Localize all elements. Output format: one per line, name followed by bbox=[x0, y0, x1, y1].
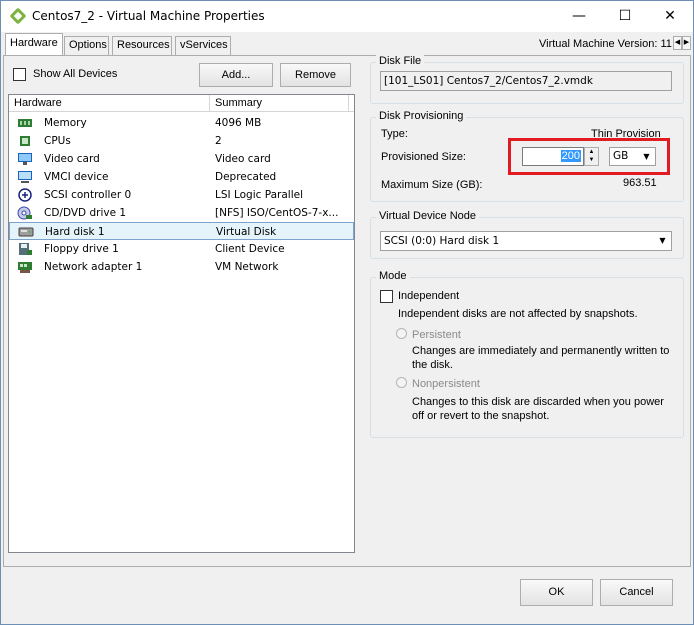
column-header-hardware[interactable]: Hardware bbox=[9, 95, 210, 112]
hardware-summary: Deprecated bbox=[215, 171, 277, 183]
hardware-name: Floppy drive 1 bbox=[44, 243, 119, 255]
hardware-name: Network adapter 1 bbox=[44, 261, 143, 273]
independent-label: Independent bbox=[398, 290, 460, 302]
disk-file-path-field: [101_LS01] Centos7_2/Centos7_2.vmdk bbox=[380, 71, 672, 91]
hardware-summary: Video card bbox=[215, 153, 271, 165]
hardware-summary: LSI Logic Parallel bbox=[215, 189, 303, 201]
hardware-list-header: Hardware Summary bbox=[9, 95, 354, 112]
vmci-icon bbox=[18, 171, 32, 183]
virtual-device-node-value: SCSI (0:0) Hard disk 1 bbox=[384, 235, 500, 247]
mode-group: Mode Independent Independent disks are n… bbox=[370, 270, 684, 438]
persistent-radio[interactable] bbox=[396, 328, 407, 339]
persistent-label: Persistent bbox=[412, 329, 461, 341]
tab-resources[interactable]: Resources bbox=[112, 36, 172, 55]
maximize-button[interactable]: ☐ bbox=[602, 1, 648, 31]
hardware-summary: VM Network bbox=[215, 261, 279, 273]
hardware-summary: 4096 MB bbox=[215, 117, 262, 129]
network-icon bbox=[18, 262, 32, 273]
persistent-description-line1: Changes are immediately and permanently … bbox=[412, 345, 670, 357]
hardware-name: VMCI device bbox=[44, 171, 109, 183]
hardware-summary: Client Device bbox=[215, 243, 285, 255]
hardware-row-cd-dvd[interactable]: CD/DVD drive 1 [NFS] ISO/CentOS-7-x... bbox=[9, 204, 354, 222]
hardware-row-network-adapter[interactable]: Network adapter 1 VM Network bbox=[9, 258, 354, 276]
scsi-icon bbox=[18, 188, 32, 202]
scroll-right-icon[interactable]: ▶ bbox=[682, 36, 691, 50]
hardware-row-floppy[interactable]: Floppy drive 1 Client Device bbox=[9, 240, 354, 258]
tab-hardware[interactable]: Hardware bbox=[5, 33, 63, 55]
virtual-device-node-group: Virtual Device Node SCSI (0:0) Hard disk… bbox=[370, 210, 684, 259]
type-label: Type: bbox=[381, 128, 408, 140]
hardware-row-memory[interactable]: Memory 4096 MB bbox=[9, 114, 354, 132]
scroll-left-icon[interactable]: ◀ bbox=[673, 36, 682, 50]
hardware-summary: 2 bbox=[215, 135, 222, 147]
hardware-name: CPUs bbox=[44, 135, 71, 147]
nonpersistent-radio[interactable] bbox=[396, 377, 407, 388]
hardware-row-hard-disk-1[interactable]: Hard disk 1 Virtual Disk bbox=[9, 222, 354, 240]
column-header-summary[interactable]: Summary bbox=[211, 95, 349, 112]
hardware-name: Memory bbox=[44, 117, 87, 129]
hardware-row-video-card[interactable]: Video card Video card bbox=[9, 150, 354, 168]
hardware-name: CD/DVD drive 1 bbox=[44, 207, 127, 219]
monitor-icon bbox=[18, 153, 32, 165]
nonpersistent-description-line1: Changes to this disk are discarded when … bbox=[412, 396, 664, 408]
disk-file-group: Disk File [101_LS01] Centos7_2/Centos7_2… bbox=[370, 55, 684, 104]
show-all-devices-checkbox[interactable] bbox=[13, 68, 26, 81]
nonpersistent-description-line2: off or revert to the snapshot. bbox=[412, 410, 550, 422]
virtual-device-node-select[interactable]: SCSI (0:0) Hard disk 1 ▼ bbox=[380, 231, 672, 251]
hardware-summary: Virtual Disk bbox=[216, 226, 277, 238]
title-bar: Centos7_2 - Virtual Machine Properties —… bbox=[1, 1, 693, 32]
hardware-name: Video card bbox=[44, 153, 100, 165]
provisioned-size-label: Provisioned Size: bbox=[381, 151, 466, 163]
vsphere-app-icon bbox=[10, 8, 26, 24]
hard-disk-icon bbox=[18, 227, 34, 237]
hardware-name: SCSI controller 0 bbox=[44, 189, 132, 201]
mode-title: Mode bbox=[376, 270, 410, 282]
floppy-icon bbox=[19, 243, 32, 255]
footer-divider bbox=[1, 567, 693, 568]
vm-properties-window: Centos7_2 - Virtual Machine Properties —… bbox=[0, 0, 694, 625]
red-highlight-box bbox=[508, 138, 670, 175]
maximum-size-value: 963.51 bbox=[623, 177, 657, 189]
window-title: Centos7_2 - Virtual Machine Properties bbox=[32, 9, 265, 23]
cancel-button[interactable]: Cancel bbox=[600, 579, 673, 606]
hardware-summary: [NFS] ISO/CentOS-7-x... bbox=[215, 207, 339, 219]
tab-vservices[interactable]: vServices bbox=[175, 36, 231, 55]
ok-button[interactable]: OK bbox=[520, 579, 593, 606]
tab-scroll-buttons[interactable]: ◀ ▶ bbox=[673, 36, 691, 50]
maximum-size-label: Maximum Size (GB): bbox=[381, 179, 483, 191]
hardware-list: Hardware Summary Memory 4096 MB CPUs 2 V… bbox=[8, 94, 355, 553]
tab-options[interactable]: Options bbox=[64, 36, 109, 55]
add-button[interactable]: Add... bbox=[199, 63, 273, 87]
hardware-row-vmci[interactable]: VMCI device Deprecated bbox=[9, 168, 354, 186]
independent-checkbox[interactable] bbox=[380, 290, 393, 303]
show-all-devices-label: Show All Devices bbox=[33, 68, 118, 80]
nonpersistent-label: Nonpersistent bbox=[412, 378, 480, 390]
chevron-down-icon[interactable]: ▼ bbox=[654, 233, 670, 249]
hardware-row-cpus[interactable]: CPUs 2 bbox=[9, 132, 354, 150]
virtual-device-node-title: Virtual Device Node bbox=[376, 210, 480, 222]
hardware-row-scsi-controller[interactable]: SCSI controller 0 LSI Logic Parallel bbox=[9, 186, 354, 204]
minimize-button[interactable]: — bbox=[556, 1, 602, 31]
cd-icon bbox=[17, 206, 32, 220]
cpu-icon bbox=[20, 136, 30, 146]
remove-button[interactable]: Remove bbox=[280, 63, 351, 87]
disk-provisioning-title: Disk Provisioning bbox=[376, 110, 467, 122]
persistent-description-line2: the disk. bbox=[412, 359, 453, 371]
hardware-name: Hard disk 1 bbox=[45, 226, 105, 238]
disk-file-title: Disk File bbox=[376, 55, 425, 67]
independent-description: Independent disks are not affected by sn… bbox=[398, 308, 638, 320]
close-button[interactable]: ✕ bbox=[647, 1, 693, 31]
hardware-tab-panel: Show All Devices Add... Remove Hardware … bbox=[3, 55, 691, 567]
vm-version-label: Virtual Machine Version: 11 bbox=[539, 38, 672, 50]
memory-icon bbox=[18, 119, 32, 127]
